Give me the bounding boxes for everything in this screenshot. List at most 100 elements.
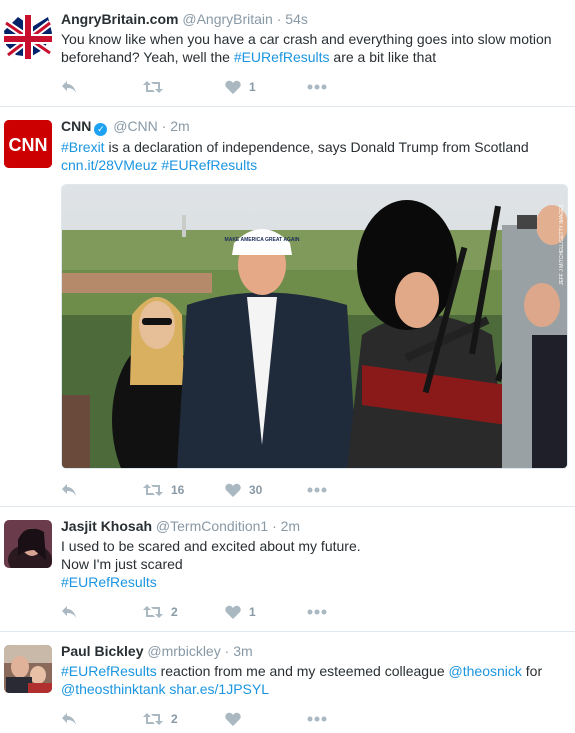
heart-icon xyxy=(225,605,241,619)
tweet-timeline: AngryBritain.com @AngryBritain · 54s You… xyxy=(0,0,575,733)
like-button[interactable] xyxy=(225,712,307,726)
profile-photo-avatar[interactable] xyxy=(4,645,52,693)
heart-icon xyxy=(225,712,241,726)
like-button[interactable]: 30 xyxy=(225,483,307,497)
tweet-photo[interactable]: MAKE AMERICA GREAT AGAIN JEFF J MITCHELL… xyxy=(61,184,568,469)
display-name[interactable]: Paul Bickley xyxy=(61,643,144,659)
url-link[interactable]: cnn.it/28VMeuz xyxy=(61,157,158,173)
hashtag-link[interactable]: #Brexit xyxy=(61,139,105,155)
reply-icon xyxy=(62,81,76,93)
username[interactable]: @mrbickley xyxy=(147,643,220,659)
heart-icon xyxy=(225,80,241,94)
tweet-text-line: Now I'm just scared xyxy=(61,556,183,572)
tweet[interactable]: CNN CNN ✓ @CNN · 2m #Brexit is a declarat… xyxy=(0,107,575,507)
tweet-text-line: #EURefResults reaction from me and my es… xyxy=(61,662,565,680)
tweet-text: You know like when you have a car crash … xyxy=(61,30,565,66)
tweet-text-line: #Brexit is a declaration of independence… xyxy=(61,138,565,156)
reply-button[interactable] xyxy=(61,712,143,726)
avatar-logo-text: CNN xyxy=(9,135,48,155)
tweet-text-line: cnn.it/28VMeuz #EURefResults xyxy=(61,156,565,174)
mention-link[interactable]: @theosthinktank xyxy=(61,681,166,697)
url-link[interactable]: shar.es/1JPSYL xyxy=(169,681,269,697)
like-count: 1 xyxy=(249,80,256,94)
heart-icon xyxy=(225,483,241,497)
username[interactable]: @CNN xyxy=(113,118,158,134)
timestamp[interactable]: 3m xyxy=(233,643,252,659)
more-dots-icon xyxy=(307,84,327,90)
more-dots-icon xyxy=(307,487,327,493)
more-dots-icon xyxy=(307,716,327,722)
tweet-text-segment: for xyxy=(521,663,543,679)
tweet-actions: 2 1 xyxy=(61,599,565,625)
tweet[interactable]: Paul Bickley @mrbickley · 3m #EURefResul… xyxy=(0,632,575,733)
display-name[interactable]: Jasjit Khosah xyxy=(61,518,152,534)
username[interactable]: @AngryBritain xyxy=(182,11,272,27)
separator: · xyxy=(161,118,167,134)
reply-icon xyxy=(62,606,76,618)
tweet-text-line: You know like when you have a car crash … xyxy=(61,31,552,47)
tweet-actions: 16 30 xyxy=(61,477,565,503)
timestamp[interactable]: 2m xyxy=(281,518,300,534)
retweet-icon xyxy=(143,713,163,725)
verified-badge-icon: ✓ xyxy=(94,123,108,136)
like-count: 1 xyxy=(249,605,256,619)
hashtag-link[interactable]: #EURefResults xyxy=(161,157,257,173)
reply-icon xyxy=(62,484,76,496)
reply-button[interactable] xyxy=(61,483,143,497)
photo-credit: JEFF J MITCHELL/GETTY IMAGES xyxy=(559,204,565,285)
mention-link[interactable]: @theosnick xyxy=(449,663,522,679)
reply-button[interactable] xyxy=(61,80,143,94)
timestamp[interactable]: 54s xyxy=(285,11,308,27)
union-jack-avatar[interactable] xyxy=(4,13,52,61)
retweet-button[interactable]: 2 xyxy=(143,712,225,726)
tweet-text-line: beforehand? Yeah, well the #EURefResults… xyxy=(61,48,565,66)
more-button[interactable] xyxy=(307,487,389,493)
reply-button[interactable] xyxy=(61,605,143,619)
hat-slogan-text: MAKE AMERICA GREAT AGAIN xyxy=(225,237,300,243)
like-button[interactable]: 1 xyxy=(225,80,307,94)
display-name[interactable]: CNN xyxy=(61,118,91,134)
retweet-icon xyxy=(143,484,163,496)
more-dots-icon xyxy=(307,609,327,615)
retweet-count: 16 xyxy=(171,483,185,497)
more-button[interactable] xyxy=(307,716,389,722)
retweet-button[interactable]: 16 xyxy=(143,483,225,497)
tweet-actions: 1 xyxy=(61,74,565,100)
tweet-text-segment: reaction from me and my esteemed colleag… xyxy=(156,663,449,679)
tweet-text: I used to be scared and excited about my… xyxy=(61,537,565,591)
tweet-header: CNN ✓ @CNN · 2m xyxy=(61,117,565,136)
more-button[interactable] xyxy=(307,84,389,90)
retweet-icon xyxy=(143,81,163,93)
profile-photo-avatar[interactable] xyxy=(4,520,52,568)
tweet-header: AngryBritain.com @AngryBritain · 54s xyxy=(61,10,565,28)
hashtag-link[interactable]: #EURefResults xyxy=(61,574,157,590)
display-name[interactable]: AngryBritain.com xyxy=(61,11,178,27)
retweet-button[interactable]: 2 xyxy=(143,605,225,619)
tweet-text-segment: beforehand? Yeah, well the xyxy=(61,49,234,65)
retweet-count: 2 xyxy=(171,605,178,619)
separator: · xyxy=(224,643,230,659)
tweet-header: Paul Bickley @mrbickley · 3m xyxy=(61,642,565,660)
tweet[interactable]: AngryBritain.com @AngryBritain · 54s You… xyxy=(0,0,575,107)
tweet-actions: 2 xyxy=(61,706,565,732)
tweet-text-segment: is a declaration of independence, says D… xyxy=(104,139,529,155)
cnn-logo-avatar[interactable]: CNN xyxy=(4,120,52,168)
reply-icon xyxy=(62,713,76,725)
retweet-button[interactable] xyxy=(143,80,225,94)
more-button[interactable] xyxy=(307,609,389,615)
separator: · xyxy=(272,518,277,534)
hashtag-link[interactable]: #EURefResults xyxy=(234,49,330,65)
like-button[interactable]: 1 xyxy=(225,605,307,619)
hashtag-link[interactable]: #EURefResults xyxy=(61,663,157,679)
tweet-text-line: #EURefResults xyxy=(61,573,565,591)
timestamp[interactable]: 2m xyxy=(170,118,189,134)
separator: · xyxy=(276,11,282,27)
tweet-header: Jasjit Khosah @TermCondition1 · 2m xyxy=(61,517,565,535)
tweet-text-line: @theosthinktank shar.es/1JPSYL xyxy=(61,680,565,698)
tweet[interactable]: Jasjit Khosah @TermCondition1 · 2m I use… xyxy=(0,507,575,632)
tweet-text: #Brexit is a declaration of independence… xyxy=(61,138,565,174)
retweet-count: 2 xyxy=(171,712,178,726)
like-count: 30 xyxy=(249,483,263,497)
retweet-icon xyxy=(143,606,163,618)
username[interactable]: @TermCondition1 xyxy=(156,518,268,534)
